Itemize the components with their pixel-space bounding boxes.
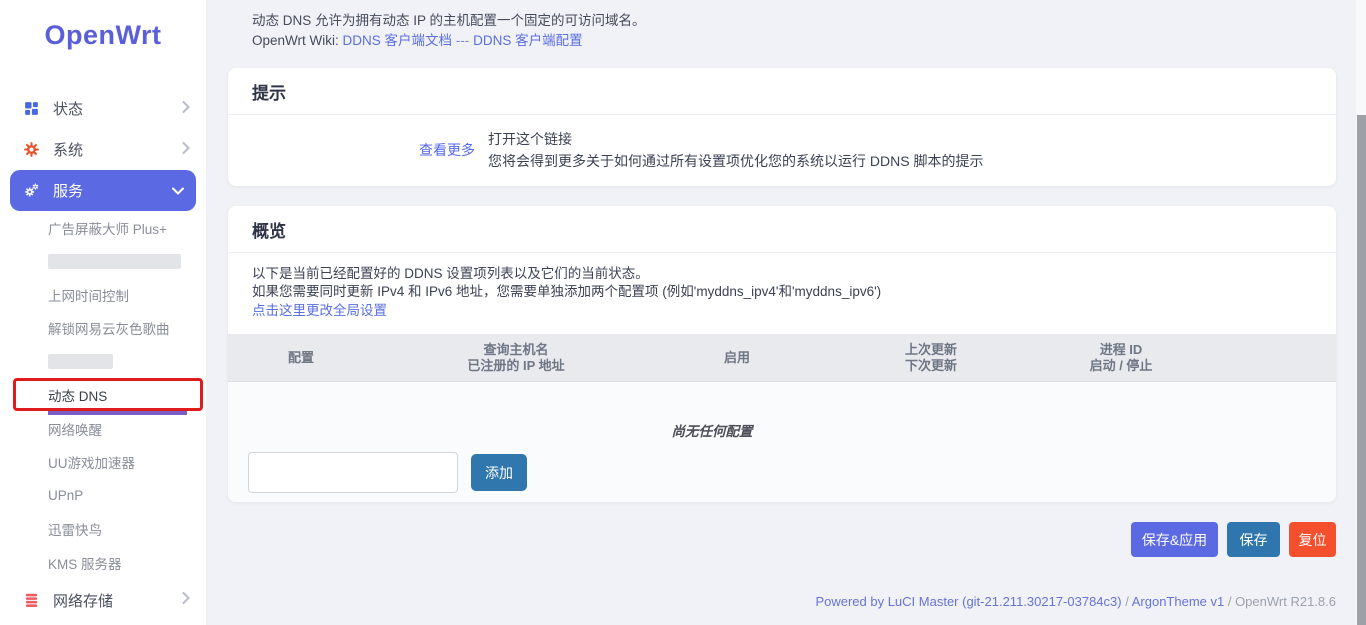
- chevron-right-icon: [182, 591, 190, 609]
- page-description: 动态 DNS 允许为拥有动态 IP 的主机配置一个固定的可访问域名。 OpenW…: [252, 11, 646, 51]
- save-apply-button[interactable]: 保存&应用: [1131, 522, 1218, 557]
- overview-desc-line-2: 如果您需要同时更新 IPv4 和 IPv6 地址，您需要单独添加两个配置项 (例…: [252, 283, 1312, 301]
- sidebar-item-label: 网络存储: [53, 590, 182, 611]
- chevron-right-icon: [182, 100, 190, 118]
- sidebar-item-label: 上网时间控制: [48, 285, 129, 305]
- sidebar-item-label: UU游戏加速器: [48, 452, 135, 472]
- add-button[interactable]: 添加: [471, 454, 527, 491]
- link-separator: ---: [456, 33, 470, 48]
- sidebar-item-uu-game-accelerator[interactable]: UU游戏加速器: [0, 446, 206, 480]
- argon-theme-link[interactable]: ArgonTheme v1: [1132, 594, 1225, 609]
- sidebar-item-status[interactable]: 状态: [0, 88, 206, 129]
- main-content: 动态 DNS 允许为拥有动态 IP 的主机配置一个固定的可访问域名。 OpenW…: [206, 0, 1366, 625]
- column-header-pid-start-stop: 进程 ID启动 / 停止: [1046, 342, 1196, 374]
- redacted-label: [48, 354, 113, 369]
- overview-description: 以下是当前已经配置好的 DDNS 设置项列表以及它们的当前状态。 如果您需要同时…: [228, 253, 1336, 320]
- table-header-row: 配置 查询主机名已注册的 IP 地址 启用 上次更新下次更新 进程 ID启动 /…: [228, 334, 1336, 382]
- chevron-down-icon: [172, 182, 184, 200]
- sidebar-item-redacted-1[interactable]: [0, 245, 206, 279]
- openwrt-version-text: / OpenWrt R21.8.6: [1224, 594, 1336, 609]
- column-header-enabled: 启用: [658, 350, 816, 366]
- save-button[interactable]: 保存: [1227, 522, 1280, 557]
- openwrt-logo[interactable]: OpenWrt: [0, 20, 206, 51]
- sidebar-item-adblock-plus[interactable]: 广告屏蔽大师 Plus+: [0, 211, 206, 245]
- footer-separator: /: [1122, 594, 1132, 609]
- sidebar-item-wake-on-lan[interactable]: 网络唤醒: [0, 412, 206, 446]
- overview-desc-line-1: 以下是当前已经配置好的 DDNS 设置项列表以及它们的当前状态。: [252, 265, 1312, 283]
- ddns-description: 动态 DNS 允许为拥有动态 IP 的主机配置一个固定的可访问域名。: [252, 11, 646, 31]
- active-item-underline: [48, 411, 187, 415]
- gear-icon: [22, 140, 41, 159]
- table-body: 尚无任何配置 添加: [228, 382, 1336, 502]
- sidebar-item-unlock-netease-music[interactable]: 解锁网易云灰色歌曲: [0, 312, 206, 346]
- sidebar: OpenWrt 状态: [0, 0, 206, 625]
- sidebar-item-redacted-2[interactable]: [0, 345, 206, 379]
- scrollbar-track: [1356, 0, 1366, 625]
- sidebar-item-label: 解锁网易云灰色歌曲: [48, 318, 170, 338]
- sidebar-item-label: 广告屏蔽大师 Plus+: [48, 218, 167, 238]
- sidebar-item-system[interactable]: 系统: [0, 129, 206, 170]
- sidebar-item-label: 系统: [53, 139, 182, 160]
- database-icon: [22, 591, 41, 610]
- reset-button[interactable]: 复位: [1289, 522, 1336, 557]
- column-header-last-next-update: 上次更新下次更新: [816, 342, 1046, 374]
- sidebar-nav: 状态 系统: [0, 88, 206, 621]
- sidebar-item-label: UPnP: [48, 488, 83, 503]
- empty-state-text: 尚无任何配置: [228, 420, 1196, 440]
- chevron-right-icon: [182, 141, 190, 159]
- tips-card: 提示 查看更多 打开这个链接 您将会得到更多关于如何通过所有设置项优化您的系统以…: [228, 68, 1336, 186]
- column-header-config: 配置: [228, 350, 374, 366]
- dashboard-grid-icon: [22, 99, 41, 118]
- luci-version-link[interactable]: Powered by LuCI Master (git-21.211.30217…: [815, 594, 1121, 609]
- ddns-config-link[interactable]: DDNS 客户端配置: [473, 33, 583, 48]
- add-config-row: 添加: [248, 452, 527, 493]
- tips-line-1: 打开这个链接: [488, 128, 983, 150]
- form-actions: 保存&应用 保存 复位: [1131, 522, 1336, 557]
- sidebar-item-label: 动态 DNS: [48, 385, 107, 405]
- sidebar-item-services[interactable]: 服务: [10, 170, 196, 211]
- tips-row: 查看更多 打开这个链接 您将会得到更多关于如何通过所有设置项优化您的系统以运行 …: [228, 119, 1336, 181]
- sidebar-item-xunlei-fast-bird[interactable]: 迅雷快鸟: [0, 513, 206, 547]
- sidebar-item-label: 状态: [53, 98, 182, 119]
- sidebar-item-label: 迅雷快鸟: [48, 519, 102, 539]
- overview-card: 概览 以下是当前已经配置好的 DDNS 设置项列表以及它们的当前状态。 如果您需…: [228, 206, 1336, 502]
- global-settings-link[interactable]: 点击这里更改全局设置: [252, 302, 387, 320]
- sidebar-item-network-storage[interactable]: 网络存储: [0, 580, 206, 621]
- see-more-link[interactable]: 查看更多: [228, 140, 475, 160]
- redacted-label: [48, 254, 181, 269]
- tips-content: 打开这个链接 您将会得到更多关于如何通过所有设置项优化您的系统以运行 DDNS …: [488, 128, 983, 172]
- wiki-label: OpenWrt Wiki:: [252, 33, 339, 48]
- sidebar-item-kms-server[interactable]: KMS 服务器: [0, 546, 206, 580]
- tips-title: 提示: [228, 68, 1336, 115]
- sidebar-item-label: KMS 服务器: [48, 553, 122, 573]
- sidebar-item-label: 服务: [53, 180, 172, 201]
- tips-line-2: 您将会得到更多关于如何通过所有设置项优化您的系统以运行 DDNS 脚本的提示: [488, 150, 983, 172]
- sidebar-item-upnp[interactable]: UPnP: [0, 479, 206, 513]
- sidebar-item-internet-time-control[interactable]: 上网时间控制: [0, 278, 206, 312]
- overview-title: 概览: [228, 206, 1336, 253]
- column-header-hostname-ip: 查询主机名已注册的 IP 地址: [374, 342, 658, 374]
- new-config-name-input[interactable]: [248, 452, 458, 493]
- ddns-docs-link[interactable]: DDNS 客户端文档: [343, 33, 453, 48]
- sidebar-item-label: 网络唤醒: [48, 419, 102, 439]
- scrollbar-thumb[interactable]: [1357, 115, 1366, 625]
- gears-icon: [22, 181, 41, 200]
- sidebar-item-ddns[interactable]: 动态 DNS: [0, 379, 206, 413]
- footer: Powered by LuCI Master (git-21.211.30217…: [815, 594, 1336, 609]
